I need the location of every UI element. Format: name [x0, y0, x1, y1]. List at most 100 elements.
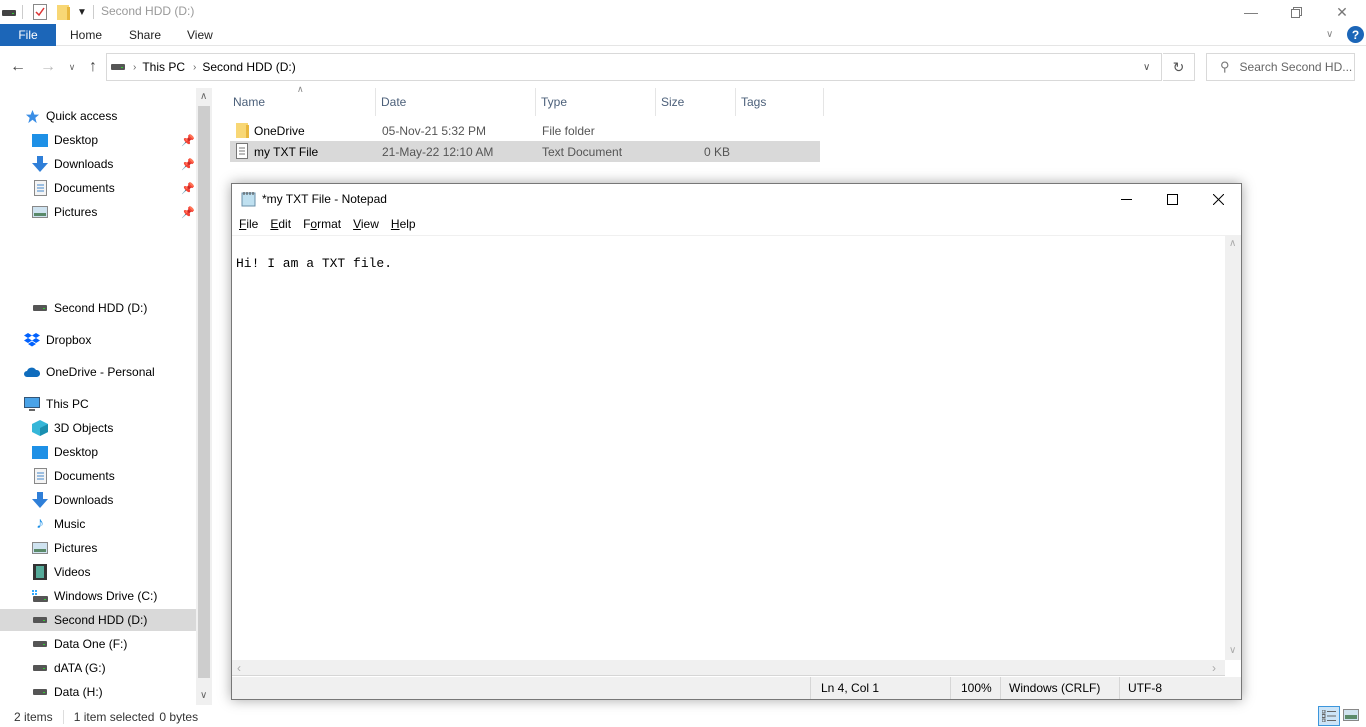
menu-view[interactable]: View [353, 217, 379, 231]
address-bar[interactable]: › This PC › Second HDD (D:) ∨ [106, 53, 1162, 81]
nav-music[interactable]: ♪ Music [32, 513, 85, 535]
star-icon [24, 108, 40, 124]
encoding: UTF-8 [1119, 677, 1241, 699]
computer-icon [24, 396, 40, 412]
details-view-button[interactable] [1318, 706, 1340, 726]
scroll-right-icon[interactable]: › [1212, 661, 1216, 675]
notepad-status-bar: Ln 4, Col 1 100% Windows (CRLF) UTF-8 [232, 677, 1241, 699]
menu-help[interactable]: Help [391, 217, 416, 231]
nav-data-one[interactable]: Data One (F:) [32, 633, 127, 655]
nav-qa-desktop[interactable]: Desktop [32, 129, 98, 151]
3d-objects-icon [32, 420, 48, 436]
large-icons-view-button[interactable] [1343, 709, 1359, 724]
selection-size: 0 bytes [159, 710, 199, 724]
notepad-text-area[interactable]: Hi! I am a TXT file. [232, 235, 1225, 660]
nav-quick-access[interactable]: Quick access [24, 105, 117, 127]
window-title: Second HDD (D:) [101, 4, 195, 18]
notepad-minimize-button[interactable] [1103, 184, 1149, 214]
help-icon[interactable]: ? [1347, 26, 1364, 43]
text-file-icon [236, 143, 248, 162]
menu-format[interactable]: Format [303, 217, 341, 231]
file-row-selected[interactable]: my TXT File 21-May-22 12:10 AM Text Docu… [230, 141, 820, 162]
minimize-button[interactable]: — [1228, 0, 1274, 24]
download-icon [32, 156, 48, 172]
line-ending: Windows (CRLF) [1000, 677, 1120, 699]
zoom-level: 100% [950, 677, 1000, 699]
pin-icon[interactable]: 📌 [181, 182, 195, 195]
pin-icon[interactable]: 📌 [181, 206, 195, 219]
nav-windows-drive[interactable]: Windows Drive (C:) [32, 585, 157, 607]
music-icon: ♪ [36, 515, 44, 532]
scroll-down-icon[interactable]: ∨ [1229, 645, 1236, 656]
nav-downloads[interactable]: Downloads [32, 489, 113, 511]
column-header-date[interactable]: Date [376, 88, 536, 116]
address-dropdown-icon[interactable]: ∨ [1143, 62, 1150, 73]
nav-pictures[interactable]: Pictures [32, 537, 97, 559]
notepad-horizontal-scrollbar[interactable]: ‹ › [232, 660, 1225, 676]
tab-file[interactable]: File [0, 24, 56, 46]
file-row[interactable]: OneDrive 05-Nov-21 5:32 PM File folder [230, 120, 820, 141]
search-input[interactable]: Search Second HD... [1240, 60, 1353, 74]
nav-data-g[interactable]: dATA (G:) [32, 657, 106, 679]
large-icons-view-icon [1343, 709, 1359, 721]
tab-view[interactable]: View [187, 24, 213, 46]
forward-button[interactable]: → [38, 56, 58, 78]
breadcrumb-separator-icon: › [193, 61, 197, 73]
scroll-left-icon[interactable]: ‹ [237, 661, 241, 675]
nav-data-h[interactable]: Data (H:) [32, 681, 103, 703]
nav-desktop[interactable]: Desktop [32, 441, 98, 463]
download-icon [32, 492, 48, 508]
pin-icon[interactable]: 📌 [181, 158, 195, 171]
notepad-maximize-button[interactable] [1149, 184, 1195, 214]
restore-button[interactable] [1273, 0, 1319, 24]
pictures-icon [32, 540, 48, 556]
menu-file[interactable]: File [239, 217, 258, 231]
breadcrumb-this-pc[interactable]: This PC [142, 60, 185, 74]
nav-qa-downloads[interactable]: Downloads [32, 153, 113, 175]
details-view-icon [1322, 710, 1336, 722]
nav-qa-documents[interactable]: Documents [32, 177, 115, 199]
nav-onedrive[interactable]: OneDrive - Personal [24, 361, 155, 383]
nav-videos[interactable]: Videos [32, 561, 90, 583]
notepad-close-button[interactable] [1195, 184, 1241, 214]
ribbon: File Home Share View ∨ ? [0, 24, 1366, 46]
notepad-title-bar: *my TXT File - Notepad [232, 184, 1241, 214]
scroll-up-icon[interactable]: ∧ [1229, 238, 1236, 249]
drive-icon [111, 60, 125, 74]
notepad-vertical-scrollbar[interactable]: ∧ ∨ [1225, 235, 1241, 660]
column-header-tags[interactable]: Tags [736, 88, 824, 116]
drive-icon [32, 636, 48, 652]
nav-documents[interactable]: Documents [32, 465, 115, 487]
properties-icon[interactable] [33, 4, 47, 20]
nav-dropbox[interactable]: Dropbox [24, 329, 91, 351]
tab-home[interactable]: Home [70, 24, 102, 46]
cloud-icon [24, 364, 40, 380]
back-button[interactable]: ← [8, 56, 28, 78]
nav-scrollbar-thumb[interactable] [198, 106, 210, 678]
column-header-size[interactable]: Size [656, 88, 736, 116]
pin-icon[interactable]: 📌 [181, 134, 195, 147]
scroll-up-icon[interactable]: ∧ [200, 91, 207, 102]
nav-second-hdd-selected[interactable]: Second HDD (D:) [0, 609, 196, 631]
notepad-content[interactable]: Hi! I am a TXT file. [236, 256, 392, 271]
navigation-pane: Quick access Desktop 📌 Downloads 📌 Docum… [0, 88, 212, 705]
nav-3d-objects[interactable]: 3D Objects [32, 417, 113, 439]
expand-ribbon-icon[interactable]: ∨ [1326, 24, 1333, 46]
dropbox-icon [24, 332, 40, 348]
refresh-button[interactable]: ↻ [1163, 53, 1195, 81]
menu-edit[interactable]: Edit [270, 217, 291, 231]
navigation-bar: ← → ∨ ↑ › This PC › Second HDD (D:) ∨ ↻ … [0, 52, 1366, 82]
search-box[interactable]: ⚲ Search Second HD... [1206, 53, 1355, 81]
recent-locations-button[interactable]: ∨ [62, 56, 82, 78]
breadcrumb-second-hdd[interactable]: Second HDD (D:) [202, 60, 295, 74]
close-button[interactable]: ✕ [1319, 0, 1365, 24]
up-button[interactable]: ↑ [83, 56, 103, 78]
scroll-down-icon[interactable]: ∨ [200, 690, 207, 701]
nav-this-pc[interactable]: This PC [24, 393, 89, 415]
tab-share[interactable]: Share [129, 24, 161, 46]
customize-quick-access-icon[interactable]: ▼ [77, 4, 87, 20]
column-header-type[interactable]: Type [536, 88, 656, 116]
nav-second-hdd[interactable]: Second HDD (D:) [32, 297, 147, 319]
new-folder-icon[interactable] [57, 4, 71, 20]
nav-qa-pictures[interactable]: Pictures [32, 201, 97, 223]
